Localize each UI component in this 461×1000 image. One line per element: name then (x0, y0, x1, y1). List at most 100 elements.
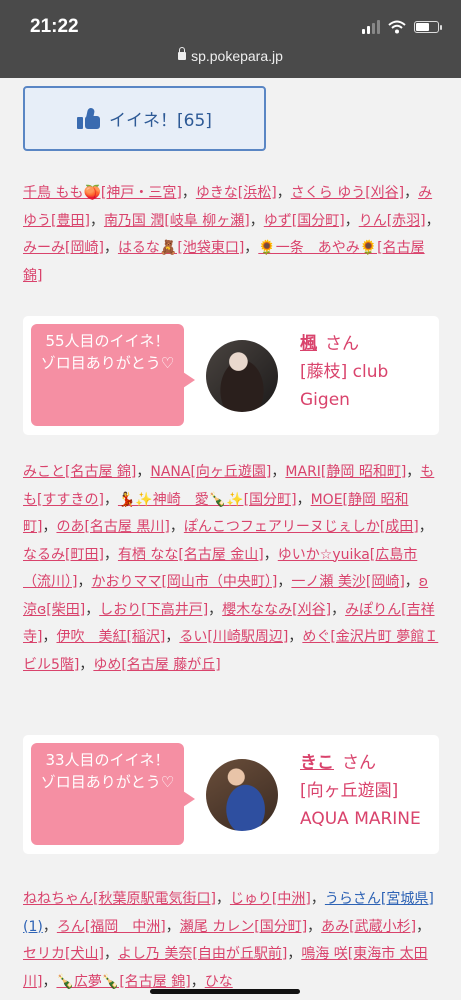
separator: ， (77, 574, 92, 590)
liker-link[interactable]: りん[赤羽] (359, 213, 426, 229)
separator: ， (425, 212, 440, 229)
card-honorific: さん (325, 334, 359, 354)
card-name-link[interactable]: 楓 (300, 334, 317, 354)
separator: ， (271, 464, 286, 480)
separator: ， (307, 918, 322, 935)
signal-icon (362, 20, 380, 34)
milestone-card[interactable]: 33人目のイイネ！ ゾロ目ありがとう♡ きこ さん [向ヶ丘遊園] AQUA MA… (23, 735, 439, 854)
separator: ， (165, 629, 180, 645)
separator: ， (103, 491, 118, 508)
liker-link[interactable]: じゅり[中洲] (230, 891, 311, 907)
liker-link[interactable]: ぽんこつフェアリーヌじぇしか[成田] (184, 519, 419, 535)
separator: ， (418, 519, 433, 535)
separator: ， (169, 519, 184, 535)
liker-link[interactable]: 伊吹 美紅[稲沢] (56, 629, 165, 645)
avatar[interactable] (206, 340, 278, 412)
separator: ， (416, 918, 431, 935)
liker-link[interactable]: ねねちゃん[秋葉原駅電気街口] (23, 891, 216, 907)
separator: ， (277, 574, 292, 590)
liker-link[interactable]: ひな (205, 974, 233, 990)
separator: ， (287, 946, 302, 962)
liker-link[interactable]: ゆめ[名古屋 藤が丘] (93, 657, 220, 673)
separator: ， (404, 574, 419, 590)
separator: ， (42, 973, 57, 990)
separator: ， (42, 629, 57, 645)
separator: ， (244, 240, 259, 256)
like-button-label: イイネ！[65] (109, 111, 212, 131)
liker-link[interactable]: 一ノ瀬 美沙[岡崎] (291, 574, 404, 590)
separator: ， (331, 601, 346, 618)
card-name-link[interactable]: きこ (300, 753, 334, 773)
liker-link[interactable]: 🍾広夢🍾[名古屋 錦] (56, 974, 190, 990)
liker-link[interactable]: 瀬尾 カレン[国分町] (180, 919, 307, 935)
liker-link[interactable]: 南乃国 潤[岐阜 柳ヶ瀬] (104, 213, 250, 229)
separator: ， (288, 629, 303, 645)
liker-link[interactable]: かおりママ[岡山市（中央町）] (91, 574, 277, 590)
separator: ， (79, 656, 94, 673)
liker-list: 千鳥 もも🍑[神戸・三宮]，ゆきな[浜松]，さくら ゆう[刈谷]，みゆう[豊田]… (23, 180, 441, 290)
liker-link[interactable]: みこと[名古屋 錦] (23, 464, 136, 480)
separator: ， (310, 891, 325, 907)
status-icons (362, 20, 442, 34)
status-time: 21:22 (30, 16, 79, 37)
separator: ， (215, 891, 230, 907)
liker-link[interactable]: よし乃 美奈[自由が丘駅前] (118, 946, 287, 962)
liker-link[interactable]: 千鳥 もも🍑[神戸・三宮] (23, 185, 182, 201)
card-info: きこ さん [向ヶ丘遊園] AQUA MARINE (300, 749, 430, 833)
separator: ， (406, 464, 421, 480)
separator: ， (190, 973, 205, 990)
separator: ， (136, 464, 151, 480)
card-info: 楓さん [藤枝] club Gigen (300, 330, 430, 414)
liker-link[interactable]: NANA[向ヶ丘遊園] (150, 464, 271, 480)
liker-link[interactable]: るい[川崎駅周辺] (179, 629, 288, 645)
address-bar[interactable]: sp.pokepara.jp (0, 47, 461, 64)
separator: ， (103, 946, 118, 962)
milestone-bubble: 55人目のイイネ！ ゾロ目ありがとう♡ (31, 324, 195, 426)
liker-link[interactable]: ゆきな[浜松] (196, 185, 277, 201)
liker-link[interactable]: さくら ゆう[刈谷] (291, 185, 404, 201)
milestone-bubble: 33人目のイイネ！ ゾロ目ありがとう♡ (31, 743, 195, 845)
liker-link[interactable]: みーみ[岡崎] (23, 240, 104, 256)
liker-list: みこと[名古屋 錦]，NANA[向ヶ丘遊園]，MARI[静岡 昭和町]，もも[す… (23, 459, 441, 679)
separator: ， (165, 918, 180, 935)
url-text: sp.pokepara.jp (191, 48, 283, 64)
separator: ， (344, 212, 359, 229)
liker-link[interactable]: MARI[静岡 昭和町] (285, 464, 406, 480)
separator: ， (263, 546, 278, 563)
liker-link[interactable]: 櫻木ななみ[刈谷] (222, 602, 331, 618)
liker-link[interactable]: 有栖 なな[名古屋 金山] (118, 547, 264, 563)
liker-link[interactable]: はるな🧸[池袋東口] (118, 240, 244, 256)
card-shop: [藤枝] club Gigen (300, 362, 389, 410)
liker-link[interactable]: しおり[下高井戸] (99, 602, 208, 618)
separator: ， (103, 240, 118, 256)
separator: ， (181, 185, 196, 201)
separator: ， (42, 918, 57, 935)
liker-link[interactable]: のあ[名古屋 黒川] (56, 519, 169, 535)
liker-list: ねねちゃん[秋葉原駅電気街口]，じゅり[中洲]，うらさん[宮城県](1)，ろん[… (23, 886, 441, 996)
separator: ， (208, 601, 223, 618)
liker-link[interactable]: あみ[武蔵小杉] (321, 919, 416, 935)
avatar[interactable] (206, 759, 278, 831)
separator: ， (276, 185, 291, 201)
lock-icon (178, 47, 187, 60)
separator: ， (85, 601, 100, 618)
thumbs-up-icon (77, 106, 101, 130)
like-button[interactable]: イイネ！[65] (23, 86, 266, 151)
battery-icon (414, 21, 442, 33)
separator: ， (404, 185, 419, 201)
home-indicator (150, 989, 300, 994)
separator: ， (249, 212, 264, 229)
card-shop: [向ヶ丘遊園] AQUA MARINE (300, 781, 421, 829)
wifi-icon (388, 20, 406, 34)
liker-link[interactable]: なるみ[町田] (23, 547, 104, 563)
liker-link[interactable]: 💃✨神崎 愛🍾✨[国分町] (118, 492, 297, 508)
milestone-card[interactable]: 55人目のイイネ！ ゾロ目ありがとう♡ 楓さん [藤枝] club Gigen (23, 316, 439, 435)
liker-link[interactable]: ゆず[国分町] (264, 213, 345, 229)
separator: ， (103, 546, 118, 563)
liker-link[interactable]: ろん[福岡 中洲] (57, 919, 166, 935)
liker-link[interactable]: セリカ[犬山] (23, 946, 104, 962)
separator: ， (42, 519, 57, 535)
separator: ， (89, 212, 104, 229)
separator: ， (296, 491, 311, 508)
card-honorific: さん (342, 753, 376, 773)
